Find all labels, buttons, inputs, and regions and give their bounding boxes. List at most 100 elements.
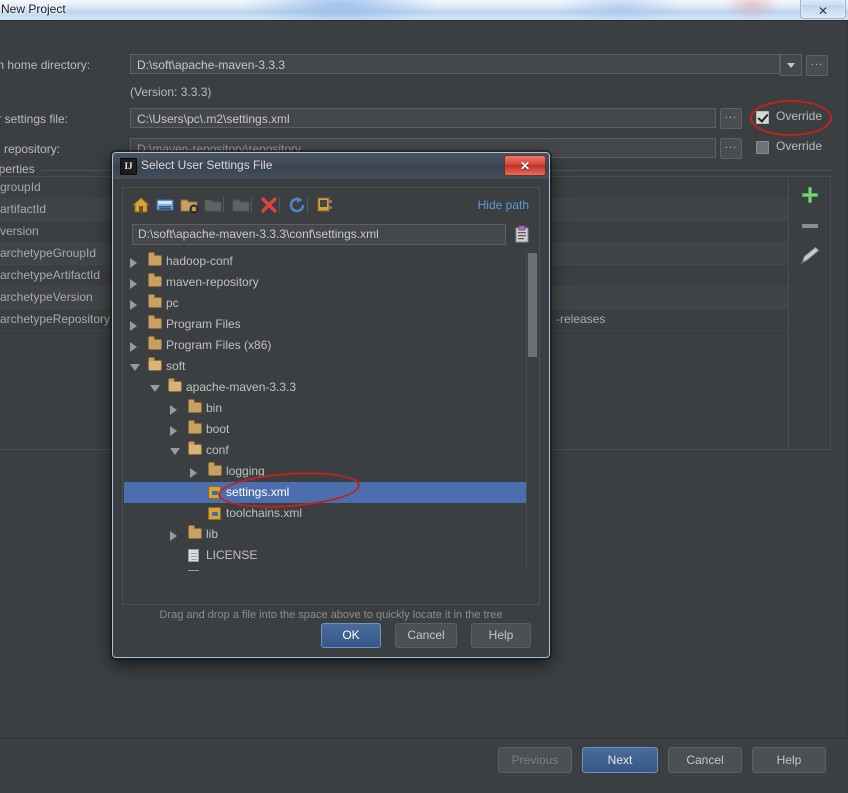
plus-icon	[802, 187, 818, 203]
tree-row[interactable]: Program Files	[124, 314, 538, 335]
dialog-close-button[interactable]: ✕	[504, 155, 546, 176]
tree-row[interactable]: conf	[124, 440, 538, 461]
desktop-icon[interactable]	[155, 195, 175, 215]
tree-row[interactable]: hadoop-conf	[124, 251, 538, 272]
property-key: groupId	[0, 180, 41, 194]
drag-drop-hint: Drag and drop a file into the space abov…	[159, 609, 503, 621]
tree-row-label: hadoop-conf	[166, 254, 233, 268]
folder-icon	[148, 315, 162, 329]
toolbar-separator	[251, 197, 252, 213]
user-settings-browse-button[interactable]: ...	[720, 108, 742, 129]
file-chooser-panel: Hide path D:\soft\apache-maven-3.3.3\con…	[122, 187, 540, 605]
pencil-icon	[800, 246, 820, 265]
toolbar-separator	[223, 197, 224, 213]
chevron-right-icon[interactable]	[130, 258, 137, 268]
tree-row[interactable]: boot	[124, 419, 538, 440]
folder-icon-wrap	[188, 525, 202, 541]
text-file-icon-wrap	[188, 549, 202, 562]
paste-from-clipboard-icon[interactable]	[513, 224, 531, 244]
user-settings-input[interactable]: C:\Users\pc\.m2\settings.xml	[130, 108, 716, 128]
delete-icon[interactable]	[259, 195, 279, 215]
tree-row-label: apache-maven-3.3.3	[186, 380, 297, 394]
maven-version-note: (Version: 3.3.3)	[130, 85, 212, 99]
folder-icon-wrap	[148, 315, 162, 331]
local-repository-browse-button[interactable]: ...	[720, 138, 742, 159]
dialog-ok-button[interactable]: OK	[321, 623, 381, 648]
cancel-button[interactable]: Cancel	[668, 747, 742, 773]
property-key: archetypeGroupId	[0, 246, 97, 260]
tree-row[interactable]: maven-repository	[124, 272, 538, 293]
folder-icon-wrap	[148, 294, 162, 310]
xml-file-icon-wrap	[208, 507, 222, 520]
chevron-right-icon[interactable]	[170, 405, 177, 415]
folder-icon-wrap	[148, 357, 162, 373]
folder-icon	[231, 195, 251, 215]
tree-row-label: Program Files	[166, 317, 241, 331]
tree-row-label: Program Files (x86)	[166, 338, 272, 352]
property-key: artifactId	[0, 202, 47, 216]
tree-row[interactable]: pc	[124, 293, 538, 314]
tree-row[interactable]: bin	[124, 398, 538, 419]
text-file-icon	[188, 549, 199, 562]
properties-side-toolbar	[790, 176, 831, 450]
user-settings-override-checkbox[interactable]	[756, 111, 769, 124]
toolbar-separator	[307, 197, 308, 213]
tree-row[interactable]: lib	[124, 524, 538, 545]
folder-icon-wrap	[148, 252, 162, 268]
scrollbar-thumb[interactable]	[528, 253, 537, 357]
show-hidden-files-icon[interactable]	[315, 195, 335, 215]
property-key: archetypeRepository	[0, 312, 111, 326]
tree-row[interactable]: apache-maven-3.3.3	[124, 377, 538, 398]
file-tree-scrollbar[interactable]	[526, 251, 538, 571]
dialog-title: Select User Settings File	[141, 158, 273, 172]
home-icon[interactable]	[131, 195, 151, 215]
os-window-close-button[interactable]: ✕	[800, 0, 846, 19]
tree-row-label: LICENSE	[206, 548, 258, 562]
folder-icon	[148, 273, 162, 287]
path-input[interactable]: D:\soft\apache-maven-3.3.3\conf\settings…	[132, 224, 506, 245]
tree-row[interactable]: settings.xml	[124, 482, 538, 503]
next-button[interactable]: Next	[582, 747, 658, 773]
dialog-help-button[interactable]: Help	[471, 623, 531, 648]
tree-row[interactable]: toolchains.xml	[124, 503, 538, 524]
chevron-down-icon[interactable]	[170, 448, 180, 455]
chevron-down-icon[interactable]	[130, 364, 140, 371]
tree-row-label: toolchains.xml	[226, 506, 303, 520]
new-folder-icon[interactable]	[179, 195, 199, 215]
folder-icon-wrap	[148, 273, 162, 289]
remove-property-button[interactable]	[796, 213, 824, 239]
tree-row-label: maven-repository	[166, 275, 259, 289]
maven-home-dropdown-arrow[interactable]	[780, 54, 802, 76]
add-property-button[interactable]	[796, 183, 824, 209]
chevron-right-icon[interactable]	[130, 300, 137, 310]
folder-icon-wrap	[188, 441, 202, 457]
tree-row[interactable]: LICENSE	[124, 545, 538, 566]
local-repository-override-label: Override	[776, 139, 823, 153]
chevron-right-icon[interactable]	[190, 468, 197, 478]
file-tree[interactable]: hadoop-conf maven-repository pc Program Fil…	[124, 251, 538, 571]
close-icon: ✕	[519, 158, 531, 173]
chevron-down-icon[interactable]	[150, 385, 160, 392]
maven-home-label: Maven home directory:	[0, 58, 91, 72]
previous-button[interactable]: Previous	[498, 747, 572, 773]
chevron-right-icon[interactable]	[130, 279, 137, 289]
tree-row-label: soft	[166, 359, 186, 373]
dialog-cancel-button[interactable]: Cancel	[395, 623, 457, 648]
chevron-right-icon[interactable]	[130, 342, 137, 352]
tree-row[interactable]: Program Files (x86)	[124, 335, 538, 356]
text-file-icon	[188, 570, 199, 571]
edit-property-button[interactable]	[796, 243, 824, 269]
maven-home-input[interactable]: D:\soft\apache-maven-3.3.3	[130, 54, 780, 74]
chevron-right-icon[interactable]	[170, 426, 177, 436]
maven-home-browse-button[interactable]: ...	[806, 55, 828, 76]
tree-row[interactable]: NOTICE	[124, 566, 538, 571]
tree-row[interactable]: soft	[124, 356, 538, 377]
help-button[interactable]: Help	[752, 747, 826, 773]
hide-path-link[interactable]: Hide path	[478, 198, 529, 212]
local-repository-override-checkbox[interactable]	[756, 141, 769, 154]
chevron-right-icon[interactable]	[130, 321, 137, 331]
chevron-right-icon[interactable]	[170, 531, 177, 541]
tree-row[interactable]: logging	[124, 461, 538, 482]
refresh-icon[interactable]	[287, 195, 307, 215]
dialog-titlebar: IJ Select User Settings File ✕	[113, 153, 549, 180]
